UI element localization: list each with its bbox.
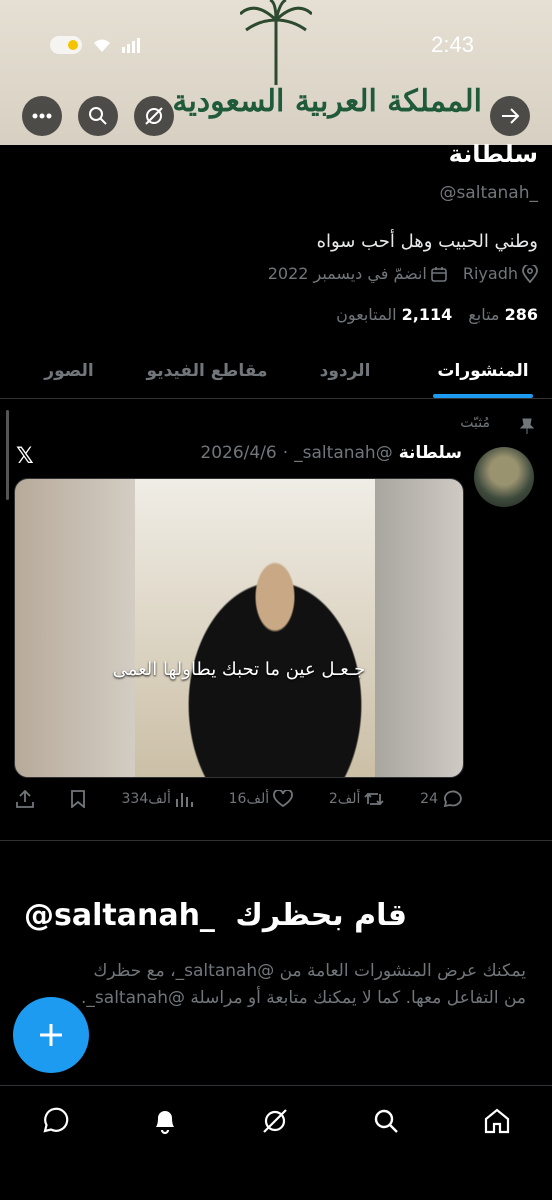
blocked-description: يمكنك عرض المنشورات العامة من @saltanah_… (81, 961, 526, 1008)
grok-button[interactable] (134, 96, 174, 136)
post-handle: @saltanah_ (294, 443, 393, 463)
status-bar: 2:43 (0, 28, 552, 62)
following-link[interactable]: 286 متابع (468, 305, 538, 324)
search-profile-button[interactable] (78, 96, 118, 136)
profile-name: سلطانة (448, 140, 538, 168)
media-caption: جـعـل عين ما تحبك يطاولها العمى (112, 659, 366, 680)
share-button[interactable] (16, 790, 34, 808)
profile-meta: Riyadh انضمّ في ديسمبر 2022 (268, 264, 538, 283)
home-icon[interactable] (483, 1107, 511, 1135)
post-author[interactable]: سلطانة (399, 443, 462, 463)
calendar-icon (431, 266, 447, 282)
views-button[interactable]: 334ألف (122, 790, 193, 808)
bookmark-icon (70, 790, 85, 808)
profile-tabs: المنشورات الردود مقاطع الفيديو الصور (0, 344, 552, 399)
divider (0, 840, 552, 841)
post-header: سلطانة @saltanah_ · 2026/4/6 (200, 443, 462, 463)
search-icon (89, 107, 107, 125)
scrollbar[interactable] (6, 410, 9, 500)
followers-link[interactable]: 2,114 المتابعون (336, 305, 452, 324)
grok-nav-icon[interactable] (261, 1107, 289, 1135)
reply-button[interactable]: 24 (420, 790, 462, 808)
join-date: انضمّ في ديسمبر 2022 (268, 264, 447, 283)
tab-replies[interactable]: الردود (276, 344, 414, 398)
profile-handle: @saltanah_ (439, 183, 538, 203)
notifications-icon[interactable] (152, 1107, 178, 1135)
post-date: 2026/4/6 (200, 443, 277, 463)
profile-bio: وطني الحبيب وهل أحب سواه (316, 231, 538, 252)
like-button[interactable]: 16ألف (229, 790, 294, 808)
pin-icon (520, 418, 534, 434)
compose-post-button[interactable] (13, 997, 89, 1073)
grok-icon (145, 107, 163, 125)
banner-title: المملكة العربية السعودية (172, 84, 482, 119)
plus-icon (40, 1024, 62, 1046)
tab-photos[interactable]: الصور (0, 344, 138, 398)
reply-icon (443, 790, 462, 808)
back-button[interactable] (490, 96, 530, 136)
analytics-icon (175, 793, 193, 807)
more-options-button[interactable] (22, 96, 62, 136)
post-media-image[interactable]: جـعـل عين ما تحبك يطاولها العمى (14, 478, 464, 778)
share-icon (16, 790, 34, 808)
clock: 2:43 (431, 32, 474, 57)
avatar[interactable] (474, 447, 534, 507)
more-icon (32, 113, 52, 119)
tab-posts[interactable]: المنشورات (414, 344, 552, 398)
location-pin-icon (522, 264, 538, 283)
battery-saver-icon (50, 36, 82, 54)
blocked-title: قام بحظرك (235, 898, 407, 933)
location: Riyadh (463, 264, 538, 283)
bottom-navigation (0, 1085, 552, 1156)
post-actions: 24 2ألف 16ألف 334ألف (16, 790, 462, 808)
messages-icon[interactable] (41, 1107, 69, 1135)
x-logo-icon: 𝕏 (16, 444, 34, 469)
search-nav-icon[interactable] (372, 1107, 400, 1135)
signal-icon (122, 38, 140, 53)
bookmark-button[interactable] (70, 790, 86, 808)
wifi-icon (94, 39, 110, 52)
pinned-label: مُثبّت (460, 415, 490, 431)
arrow-right-icon (502, 108, 520, 124)
repost-icon (364, 792, 385, 806)
heart-icon (273, 790, 294, 808)
tab-videos[interactable]: مقاطع الفيديو (138, 344, 276, 398)
repost-button[interactable]: 2ألف (329, 790, 385, 808)
blocked-handle: @saltanah_ (24, 898, 215, 933)
follow-counts: 286 متابع 2,114 المتابعون (336, 305, 538, 324)
